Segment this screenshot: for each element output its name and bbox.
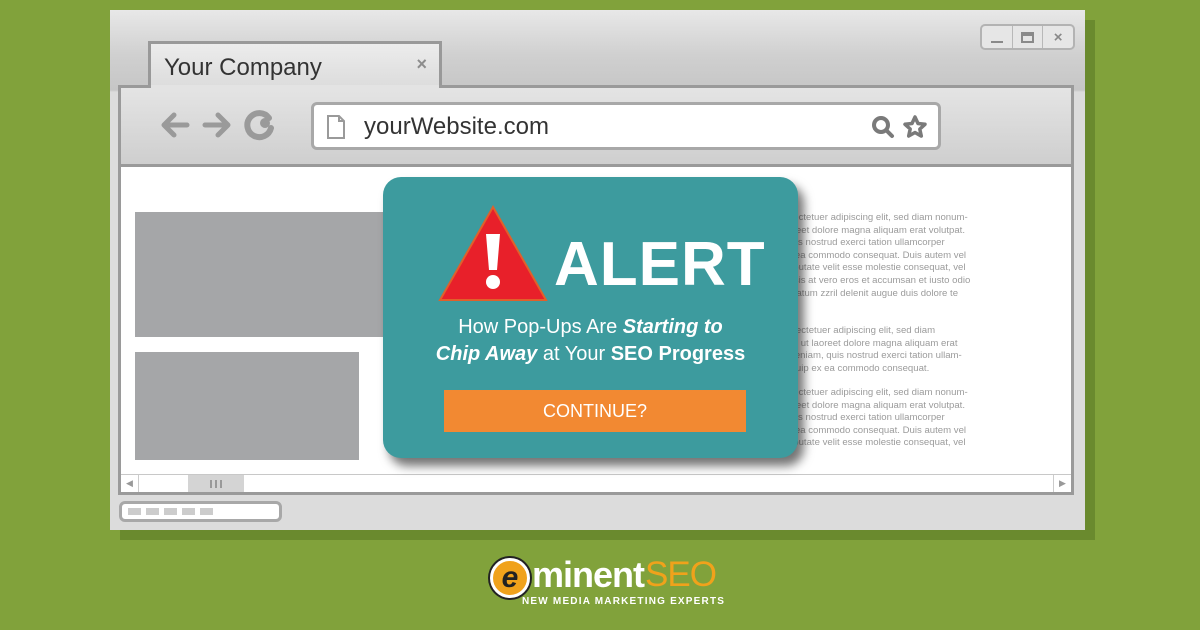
address-bar[interactable]: yourWebsite.com (311, 102, 941, 150)
page-icon (327, 115, 345, 139)
tab-title: Your Company (164, 54, 322, 81)
minimize-icon (990, 41, 1003, 43)
url-text[interactable]: yourWebsite.com (364, 113, 549, 141)
image-placeholder (135, 212, 395, 337)
reload-icon[interactable] (243, 108, 277, 142)
nav-controls (159, 108, 277, 142)
logo-tagline: NEW MEDIA MARKETING EXPERTS (522, 596, 726, 607)
maximize-button[interactable] (1013, 26, 1044, 48)
status-bar (119, 501, 282, 522)
scrollbar-thumb[interactable] (188, 475, 244, 492)
arrow-right-icon[interactable] (201, 110, 233, 140)
window-controls: × (980, 24, 1075, 50)
star-icon[interactable] (902, 114, 928, 140)
alert-title: ALERT (554, 230, 766, 299)
warning-icon (438, 204, 548, 301)
arrow-left-icon[interactable] (159, 110, 191, 140)
window-close-button[interactable]: × (1043, 26, 1073, 48)
minimize-button[interactable] (982, 26, 1013, 48)
image-placeholder (135, 352, 359, 460)
logo-seo: SEO (645, 555, 717, 594)
maximize-icon (1021, 31, 1034, 43)
popup-headline: How Pop-Ups Are Starting to Chip Away at… (435, 316, 746, 365)
brand-logo: e minent SEO NEW MEDIA MARKETING EXPERTS (490, 554, 724, 608)
tab-close-icon[interactable]: × (416, 54, 427, 75)
search-icon[interactable] (870, 114, 896, 140)
scroll-right-icon[interactable]: ▶ (1053, 475, 1071, 492)
horizontal-scrollbar[interactable]: ◀ ▶ (121, 474, 1071, 492)
logo-badge: e (490, 558, 530, 598)
alert-popup: ALERT How Pop-Ups Are Starting to Chip A… (383, 177, 798, 458)
logo-wordmark: minent (532, 554, 645, 595)
continue-button[interactable]: CONTINUE? (444, 390, 746, 432)
scroll-left-icon[interactable]: ◀ (121, 475, 139, 492)
